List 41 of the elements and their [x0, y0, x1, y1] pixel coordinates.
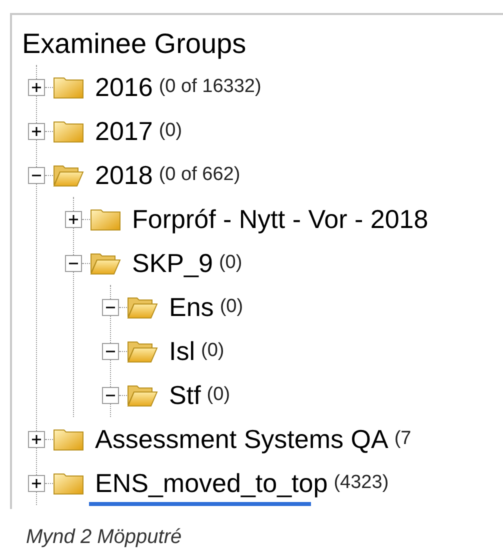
expand-icon[interactable] — [28, 474, 45, 492]
folder-icon — [53, 427, 84, 451]
folder-icon — [90, 207, 121, 231]
folder-name[interactable]: Assessment Systems QA — [95, 420, 388, 458]
item-count: (0) — [220, 294, 244, 319]
open-folder-icon — [127, 339, 158, 363]
item-count: (0) — [201, 338, 224, 363]
folder-name[interactable]: Forpróf - Nytt - Vor - 2018 — [132, 200, 428, 238]
item-count: (0) — [158, 118, 182, 143]
folder-name[interactable]: 2016 — [95, 68, 153, 106]
folder-name[interactable]: 2017 — [95, 112, 153, 150]
collapse-icon[interactable] — [65, 254, 82, 272]
caption: Mynd 2 Möpputré — [26, 525, 182, 550]
folder-name[interactable]: ENS_moved_to_top — [95, 464, 328, 502]
folder-name[interactable]: Stf — [169, 376, 201, 414]
item-count: (7 — [394, 426, 412, 451]
folder-name[interactable]: 2018 — [95, 156, 153, 194]
folder-icon — [53, 119, 84, 143]
folder-icon — [53, 471, 84, 495]
expand-icon[interactable] — [65, 210, 82, 228]
folder-name[interactable]: Ens — [169, 288, 214, 326]
open-folder-icon — [127, 383, 158, 407]
folder-name[interactable]: SKP_9 — [132, 244, 213, 282]
panel-title: Examinee Groups — [22, 27, 248, 61]
item-count: (0 of 16332) — [158, 74, 262, 99]
folder-name[interactable]: Isl — [169, 332, 195, 370]
collapse-icon[interactable] — [28, 166, 45, 184]
folder-icon — [53, 75, 84, 99]
item-count: (4323) — [334, 470, 389, 495]
collapse-icon[interactable] — [102, 386, 119, 404]
item-count: (0) — [206, 382, 230, 407]
item-count: (0 of 662) — [158, 162, 240, 187]
collapse-icon[interactable] — [102, 298, 119, 316]
collapse-icon[interactable] — [102, 342, 119, 360]
open-folder-icon — [53, 163, 84, 187]
open-folder-icon — [127, 295, 158, 319]
expand-icon[interactable] — [28, 430, 45, 448]
item-count: (0) — [218, 250, 242, 275]
open-folder-icon — [90, 251, 121, 275]
expand-icon[interactable] — [28, 78, 45, 96]
expand-icon[interactable] — [28, 122, 45, 140]
